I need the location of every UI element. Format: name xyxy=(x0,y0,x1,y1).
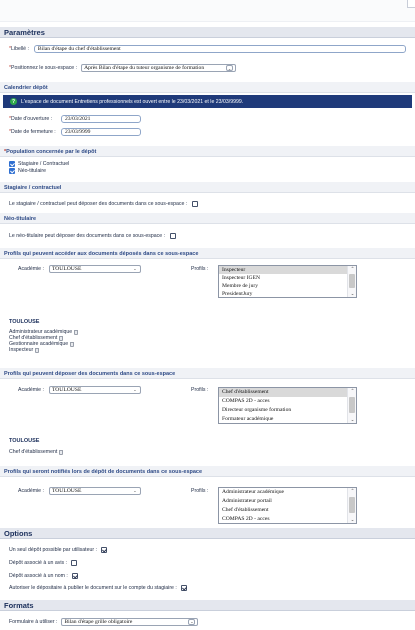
section-parametres-title: Paramètres xyxy=(0,27,415,38)
trash-icon[interactable] xyxy=(74,329,79,335)
acceder-academie-select[interactable]: TOULOUSE ⌄ xyxy=(48,264,141,273)
trash-icon[interactable] xyxy=(35,347,40,353)
formulaire-select-value: Bilan d'étape grille obligatoire xyxy=(64,618,133,625)
listbox-option[interactable]: Inspecteur xyxy=(219,266,356,274)
deposer-profils-listbox[interactable]: Chef d'établissement COMPAS 2D - acces D… xyxy=(218,387,357,424)
section-population-title: *Population concernée par le dépôt xyxy=(0,146,415,157)
trash-icon[interactable] xyxy=(59,449,64,455)
assigned-profile-item: Chef d'établissement xyxy=(9,449,64,455)
acceder-academie-value: TOULOUSE xyxy=(51,265,82,272)
listbox-option[interactable]: Directeur organisme formation xyxy=(219,406,356,415)
population-stagiaire-label: Stagiaire / Contractuel xyxy=(18,160,70,167)
section-notifies-title: Profils qui seront notifiés lors de dépô… xyxy=(0,466,415,477)
scroll-up-icon[interactable]: ⌃ xyxy=(348,488,357,494)
option-publier-label: Autoriser le dépositaire à publier le do… xyxy=(9,585,177,591)
listbox-option[interactable]: Chef d'établissement xyxy=(219,388,356,397)
fermeture-label: *Date de fermeture : xyxy=(9,129,56,135)
option-single-checkbox[interactable] xyxy=(100,547,107,553)
notifies-academie-value: TOULOUSE xyxy=(51,487,82,494)
section-deposer-title: Profils qui peuvent déposer des document… xyxy=(0,368,415,379)
acceder-city-heading: TOULOUSE xyxy=(9,319,40,325)
listbox-scrollbar[interactable]: ⌃ ⌄ xyxy=(347,266,356,297)
deposer-academie-label: Académie : xyxy=(18,386,44,393)
scroll-up-icon[interactable]: ⌃ xyxy=(348,388,357,394)
fermeture-date-input[interactable]: 23/03/9999 xyxy=(61,128,141,136)
help-icon: ? xyxy=(10,98,17,105)
chevron-down-icon: ⌄ xyxy=(133,266,137,271)
listbox-option[interactable]: Membre de jury xyxy=(219,282,356,290)
scroll-thumb[interactable] xyxy=(349,274,355,288)
listbox-option[interactable]: Chef d'établissement xyxy=(219,506,356,515)
notifies-academie-label: Académie : xyxy=(18,487,44,494)
listbox-option[interactable]: PresidentJury xyxy=(219,290,356,298)
acceder-academie-label: Académie : xyxy=(18,265,44,272)
option-avis-label: Dépôt associé à un avis : xyxy=(9,560,67,566)
stagiaire-depot-checkbox[interactable] xyxy=(192,200,199,207)
option-single-label: Un seul dépôt possible par utilisateur : xyxy=(9,547,97,553)
assigned-profile-item: Inspecteur xyxy=(9,347,78,353)
listbox-option[interactable]: COMPAS 2D - acces xyxy=(219,397,356,406)
scroll-down-icon[interactable]: ⌄ xyxy=(348,291,357,297)
notifies-academie-select[interactable]: TOULOUSE ⌄ xyxy=(48,486,141,495)
notifies-profils-listbox[interactable]: Administrateur académique Administrateur… xyxy=(218,487,357,524)
chevron-down-icon: ⌄ xyxy=(188,618,196,625)
listbox-scrollbar[interactable]: ⌃ ⌄ xyxy=(347,388,356,423)
formulaire-label: Formulaire à utiliser : xyxy=(9,618,58,625)
section-stagiaire-title: Stagiaire / contractuel xyxy=(0,182,415,193)
scroll-down-icon[interactable]: ⌄ xyxy=(348,417,357,423)
listbox-option[interactable]: Administrateur académique xyxy=(219,488,356,497)
listbox-option[interactable]: COMPAS 2D - acces xyxy=(219,515,356,524)
chevron-down-icon: ⌄ xyxy=(226,65,234,71)
position-select-value: Après Bilan d'étape du tuteur organisme … xyxy=(84,65,205,71)
top-bar xyxy=(0,0,415,22)
section-calendrier-title: Calendrier dépôt xyxy=(0,82,415,93)
chevron-down-icon: ⌄ xyxy=(133,488,137,493)
libelle-label: *Libellé : xyxy=(9,46,29,52)
listbox-option[interactable]: Inspecteur IGEN xyxy=(219,274,356,282)
neo-depot-label: Le néo-titulaire peut déposer des docume… xyxy=(9,232,166,239)
listbox-scrollbar[interactable]: ⌃ ⌄ xyxy=(347,488,356,523)
libelle-input[interactable]: Bilan d'étape du chef d'établissement xyxy=(33,45,406,53)
deposer-city-heading: TOULOUSE xyxy=(9,438,40,444)
position-label: *Positionnez le sous-espace : xyxy=(9,65,78,71)
acceder-profils-listbox[interactable]: Inspecteur Inspecteur IGEN Membre de jur… xyxy=(218,265,357,298)
scroll-thumb[interactable] xyxy=(349,397,355,413)
notifies-profils-label: Profils : xyxy=(191,488,209,494)
scroll-down-icon[interactable]: ⌄ xyxy=(348,517,357,523)
population-neo-label: Néo-titulaire xyxy=(18,167,46,174)
scroll-up-icon[interactable]: ⌃ xyxy=(348,266,357,272)
trash-icon[interactable] xyxy=(70,341,75,347)
neo-depot-checkbox[interactable] xyxy=(170,232,177,239)
window-corner xyxy=(407,0,415,8)
acceder-profils-label: Profils : xyxy=(191,266,209,272)
listbox-option[interactable]: Formateur académique xyxy=(219,415,356,424)
ouverture-date-input[interactable]: 23/03/2021 xyxy=(61,115,141,123)
option-nom-checkbox[interactable] xyxy=(71,573,78,579)
calendrier-info-banner: ? L'espace de document Entretiens profes… xyxy=(3,95,412,108)
trash-icon[interactable] xyxy=(59,335,64,341)
chevron-down-icon: ⌄ xyxy=(133,387,137,392)
acceder-assigned-list: Administrateur académique Chef d'établis… xyxy=(0,329,87,353)
scroll-thumb[interactable] xyxy=(349,497,355,513)
listbox-option[interactable]: Administrateur portail xyxy=(219,497,356,506)
stagiaire-depot-label: Le stagiaire / contractuel peut déposer … xyxy=(9,200,188,207)
calendrier-info-text: L'espace de document Entretiens professi… xyxy=(21,98,244,105)
population-neo-checkbox[interactable] xyxy=(9,167,15,174)
option-nom-label: Dépôt associé à un nom : xyxy=(9,573,68,579)
section-neo-title: Néo-titulaire xyxy=(0,213,415,224)
section-acceder-title: Profils qui peuvent accéder aux document… xyxy=(0,248,415,259)
deposer-academie-select[interactable]: TOULOUSE ⌄ xyxy=(48,385,141,394)
deposer-profils-label: Profils : xyxy=(191,387,209,393)
option-avis-checkbox[interactable] xyxy=(70,560,77,566)
deposer-assigned-list: Chef d'établissement xyxy=(0,449,72,455)
option-publier-checkbox[interactable] xyxy=(180,585,187,591)
position-select[interactable]: Après Bilan d'étape du tuteur organisme … xyxy=(81,64,237,72)
ouverture-label: *Date d'ouverture : xyxy=(9,116,53,122)
section-formats-title: Formats xyxy=(0,600,415,611)
population-stagiaire-checkbox[interactable] xyxy=(9,160,15,167)
formulaire-select[interactable]: Bilan d'étape grille obligatoire ⌄ xyxy=(61,617,199,626)
section-options-title: Options xyxy=(0,528,415,539)
deposer-academie-value: TOULOUSE xyxy=(51,386,82,393)
